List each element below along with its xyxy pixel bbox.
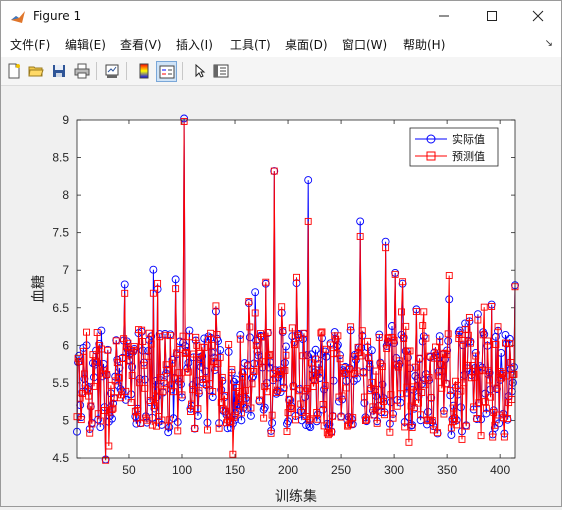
- y-tick-label: 7: [62, 263, 69, 277]
- window-title: Figure 1: [33, 9, 82, 23]
- y-tick-label: 6.5: [52, 301, 69, 315]
- link-plot-button[interactable]: [102, 61, 122, 81]
- y-tick-label: 7.5: [52, 226, 69, 240]
- new-figure-button[interactable]: [4, 61, 24, 81]
- legend-label-predicted: 预测值: [452, 150, 485, 163]
- figure-toolbar: [1, 57, 561, 86]
- y-tick-label: 5: [62, 413, 69, 427]
- close-button[interactable]: [515, 1, 561, 31]
- menu-edit[interactable]: 编辑(E): [65, 36, 106, 53]
- legend[interactable]: 实际值 预测值: [409, 127, 499, 167]
- matlab-app-icon: [11, 11, 25, 23]
- property-editor-button[interactable]: [211, 61, 231, 81]
- insert-legend-icon: [159, 65, 174, 78]
- x-tick-label: 100: [172, 463, 192, 477]
- y-tick-label: 4.5: [52, 451, 69, 465]
- x-tick-label: 150: [225, 463, 245, 477]
- plot-svg: 50 100 150 200 250 300 350 400 4.5 5 5.5 6 6.5 7 7.5 8…: [30, 113, 519, 504]
- toolbar-separator: [182, 62, 183, 80]
- save-icon: [53, 65, 65, 77]
- menu-insert[interactable]: 插入(I): [176, 36, 213, 53]
- menu-help[interactable]: 帮助(H): [403, 36, 445, 53]
- edit-plot-arrow-icon: [195, 63, 206, 78]
- figure-canvas: 50 100 150 200 250 300 350 400 4.5 5 5.5 6 6.5 7 7.5 8…: [1, 86, 561, 506]
- toolbar-separator: [126, 62, 127, 80]
- minimize-icon: [439, 15, 449, 17]
- new-figure-icon: [8, 63, 20, 79]
- menu-view[interactable]: 查看(V): [120, 36, 162, 53]
- edit-plot-button[interactable]: [189, 61, 209, 81]
- legend-label-actual: 实际值: [452, 132, 485, 146]
- figure-window: Figure 1 文件(F) 编辑(E) 查看(V) 插入(I) 工具(T) 桌…: [0, 0, 562, 507]
- x-tick-label: 300: [384, 463, 404, 477]
- y-tick-label: 8.5: [52, 151, 69, 165]
- open-file-button[interactable]: [26, 61, 46, 81]
- y-tick-label: 9: [62, 113, 69, 127]
- property-editor-icon: [213, 64, 229, 78]
- maximize-button[interactable]: [469, 1, 515, 31]
- save-button[interactable]: [49, 61, 69, 81]
- y-axis-label: 血糖: [30, 275, 46, 303]
- x-tick-label: 350: [437, 463, 457, 477]
- print-icon: [74, 63, 90, 79]
- toolbar-separator: [96, 62, 97, 80]
- menu-bar: 文件(F) 编辑(E) 查看(V) 插入(I) 工具(T) 桌面(D) 窗口(W…: [1, 31, 561, 57]
- menu-desktop[interactable]: 桌面(D): [285, 36, 328, 53]
- y-tick-label: 8: [62, 188, 69, 202]
- x-tick-label: 250: [331, 463, 351, 477]
- menu-file[interactable]: 文件(F): [10, 36, 50, 53]
- close-icon: [532, 10, 544, 22]
- y-tick-label: 6: [62, 338, 69, 352]
- maximize-icon: [487, 11, 497, 21]
- x-axis-label: 训练集: [275, 488, 317, 504]
- dock-arrow-icon[interactable]: ↘: [545, 38, 553, 49]
- insert-legend-button[interactable]: [156, 61, 177, 82]
- minimize-button[interactable]: [421, 1, 467, 31]
- x-tick-label: 200: [278, 463, 298, 477]
- y-tick-label: 5.5: [52, 376, 69, 390]
- menu-tools[interactable]: 工具(T): [230, 36, 271, 53]
- title-bar: Figure 1: [1, 1, 561, 31]
- open-file-icon: [28, 66, 44, 77]
- insert-colorbar-icon: [139, 63, 149, 79]
- link-plot-icon: [105, 64, 119, 78]
- print-button[interactable]: [72, 61, 92, 81]
- x-tick-label: 400: [490, 463, 510, 477]
- insert-colorbar-button[interactable]: [134, 61, 154, 81]
- menu-window[interactable]: 窗口(W): [342, 36, 387, 53]
- x-tick-label: 50: [122, 463, 136, 477]
